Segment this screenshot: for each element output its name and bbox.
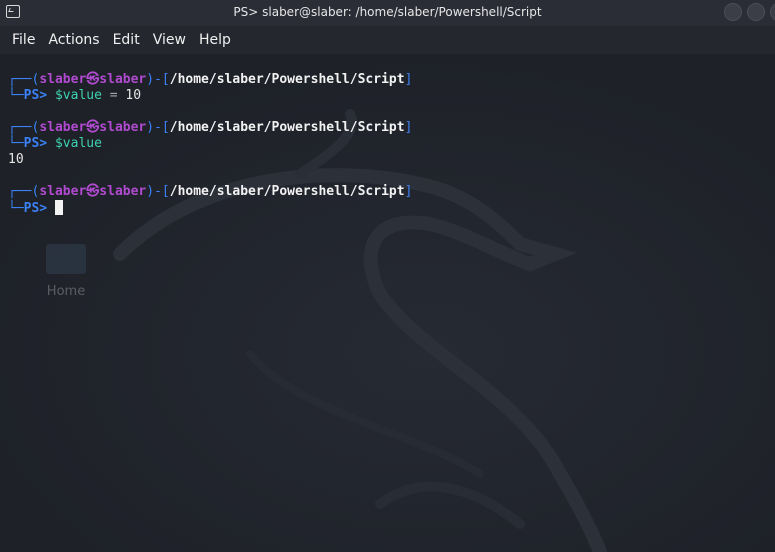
menu-edit[interactable]: Edit	[107, 32, 146, 48]
title-bar: PS> slaber@slaber: /home/slaber/Powershe…	[0, 0, 775, 26]
prompt-host: slaber	[99, 120, 147, 135]
terminal-window: PS> slaber@slaber: /home/slaber/Powershe…	[0, 0, 775, 552]
menu-view[interactable]: View	[147, 32, 192, 48]
prompt-ps: PS>	[23, 136, 48, 151]
prompt-user: slaber	[39, 120, 87, 135]
prompt-close: ]	[404, 72, 413, 87]
prompt-close: ]	[404, 184, 413, 199]
terminal-area[interactable]: Home ┌──(slaber㉿slaber)-[/home/slaber/Po…	[0, 54, 775, 552]
desktop-home-shortcut: Home	[44, 244, 88, 299]
minimize-button[interactable]	[724, 3, 742, 21]
command-output: 10	[8, 152, 24, 168]
prompt-ps-prefix: └─	[8, 201, 24, 216]
home-folder-icon	[46, 244, 86, 274]
output-text: 10	[8, 152, 24, 167]
command-line-2: └─PS> $value	[8, 136, 102, 152]
prompt-header-1: ┌──(slaber㉿slaber)-[/home/slaber/Powersh…	[8, 72, 412, 88]
prompt-ps: PS>	[23, 201, 48, 216]
prompt-header-2: ┌──(slaber㉿slaber)-[/home/slaber/Powersh…	[8, 120, 412, 136]
command-operator: =	[101, 88, 126, 103]
prompt-header-3: ┌──(slaber㉿slaber)-[/home/slaber/Powersh…	[8, 184, 412, 200]
command-variable: $value	[54, 136, 102, 151]
command-variable: $value	[54, 88, 102, 103]
prompt-at: ㉿	[86, 120, 100, 135]
prompt-mid: )-[	[146, 184, 170, 199]
prompt-mid: )-[	[146, 120, 170, 135]
prompt-host: slaber	[99, 184, 147, 199]
prompt-open: ┌──(	[8, 120, 40, 135]
prompt-path: /home/slaber/Powershell/Script	[169, 184, 405, 199]
menu-help[interactable]: Help	[193, 32, 237, 48]
window-title: PS> slaber@slaber: /home/slaber/Powershe…	[233, 5, 542, 19]
prompt-host: slaber	[99, 72, 147, 87]
menu-actions[interactable]: Actions	[42, 32, 105, 48]
prompt-path: /home/slaber/Powershell/Script	[169, 120, 405, 135]
prompt-ps-prefix: └─	[8, 88, 24, 103]
text-cursor	[54, 200, 63, 215]
prompt-path: /home/slaber/Powershell/Script	[169, 72, 405, 87]
prompt-user: slaber	[39, 184, 87, 199]
desktop-home-label: Home	[46, 284, 86, 299]
prompt-user: slaber	[39, 72, 87, 87]
prompt-at: ㉿	[86, 72, 100, 87]
maximize-button[interactable]	[747, 3, 765, 21]
prompt-at: ㉿	[86, 184, 100, 199]
prompt-open: ┌──(	[8, 184, 40, 199]
command-line-1: └─PS> $value = 10	[8, 88, 141, 104]
prompt-ps: PS>	[23, 88, 48, 103]
prompt-ps-prefix: └─	[8, 136, 24, 151]
command-value: 10	[125, 88, 142, 103]
menu-bar: File Actions Edit View Help	[0, 26, 775, 54]
menu-file[interactable]: File	[6, 32, 41, 48]
prompt-close: ]	[404, 120, 413, 135]
prompt-open: ┌──(	[8, 72, 40, 87]
command-line-active[interactable]: └─PS>	[8, 200, 63, 217]
prompt-mid: )-[	[146, 72, 170, 87]
